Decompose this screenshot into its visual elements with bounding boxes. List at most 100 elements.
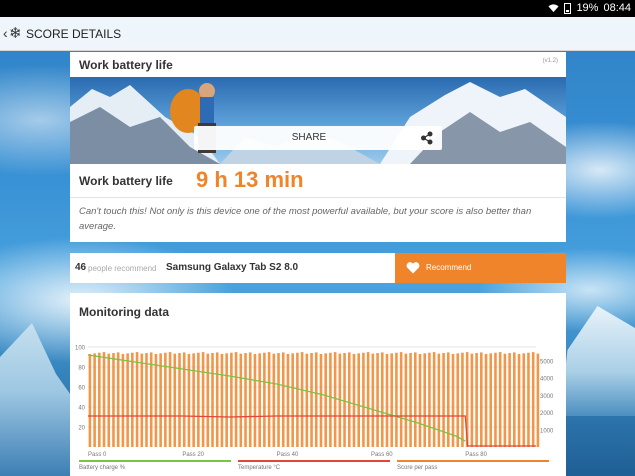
score-bar xyxy=(380,352,384,447)
left-tick-label: 100 xyxy=(75,346,86,352)
score-bar xyxy=(385,353,389,447)
score-bar xyxy=(211,353,214,447)
score-bar xyxy=(149,352,153,447)
score-bar xyxy=(187,353,191,447)
score-bar xyxy=(98,352,101,447)
battery-percent: 19% xyxy=(576,2,599,14)
device-name: Samsung Galaxy Tab S2 8.0 xyxy=(166,262,299,273)
mountain-landscape-image xyxy=(70,82,566,164)
x-tick-label: Pass 20 xyxy=(182,452,204,458)
score-bar xyxy=(314,352,318,447)
score-bar xyxy=(220,353,224,447)
score-bar xyxy=(281,352,285,447)
recommend-card: 46 people recommend Samsung Galaxy Tab S… xyxy=(70,253,566,283)
back-icon[interactable]: ‹ xyxy=(3,25,8,41)
score-bar xyxy=(267,352,271,447)
hero-image: SHARE xyxy=(70,77,566,164)
score-bar xyxy=(239,353,243,447)
right-tick-label: 1000 xyxy=(540,428,554,434)
score-bar xyxy=(395,352,398,447)
score-bar xyxy=(206,353,210,447)
left-tick-label: 20 xyxy=(78,426,85,432)
x-tick-label: Pass 60 xyxy=(371,452,393,458)
left-tick-label: 80 xyxy=(78,366,85,372)
score-bar xyxy=(428,352,431,447)
app-bar: ‹ ❄ SCORE DETAILS xyxy=(0,17,635,51)
score-bar xyxy=(442,353,445,447)
score-bar xyxy=(116,352,120,447)
score-bar xyxy=(182,352,186,447)
score-bar xyxy=(527,352,530,447)
score-bar xyxy=(376,353,379,447)
legend-label: Temperature °C xyxy=(238,465,281,471)
score-row: Work battery life 9 h 13 min xyxy=(70,164,566,198)
score-bar xyxy=(480,352,483,447)
status-bar: 19% 08:44 xyxy=(0,0,635,17)
snowflake-logo-icon: ❄ xyxy=(9,25,22,42)
score-bar xyxy=(310,353,313,447)
score-bar xyxy=(197,352,200,447)
score-bar xyxy=(329,352,332,447)
recommend-button[interactable]: Recommend xyxy=(395,253,566,283)
score-bar xyxy=(522,353,526,447)
score-bar xyxy=(225,353,228,447)
score-bar xyxy=(178,353,181,447)
legend-label: Score per pass xyxy=(397,465,437,471)
score-bar xyxy=(234,352,238,447)
score-bar xyxy=(409,353,412,447)
score-bar xyxy=(93,353,96,447)
score-bar xyxy=(126,353,129,447)
x-tick-label: Pass 80 xyxy=(465,452,487,458)
score-bar xyxy=(319,353,323,447)
score-bar xyxy=(131,352,134,447)
score-bar xyxy=(517,353,521,447)
share-icon xyxy=(421,131,433,145)
score-bar xyxy=(291,353,294,447)
score-bar xyxy=(305,353,309,447)
score-bar xyxy=(371,353,375,447)
score-bar xyxy=(503,353,507,447)
score-bar xyxy=(201,352,205,447)
score-bar xyxy=(324,353,327,447)
score-bar xyxy=(399,352,403,447)
score-bar xyxy=(300,352,304,447)
recommend-button-label: Recommend xyxy=(426,263,472,272)
right-tick-label: 2000 xyxy=(540,411,554,417)
recommend-text: people recommend xyxy=(88,264,157,273)
x-tick-label: Pass 40 xyxy=(277,452,299,458)
score-bar xyxy=(145,353,148,447)
score-bar xyxy=(362,352,365,447)
battery-line xyxy=(87,354,466,442)
score-bar xyxy=(513,352,516,447)
page-title: SCORE DETAILS xyxy=(26,27,122,41)
score-bar xyxy=(154,353,158,447)
test-version: (v1.2) xyxy=(542,58,558,64)
score-bar xyxy=(484,353,488,447)
score-bar xyxy=(159,353,162,447)
score-bar xyxy=(451,353,455,447)
right-tick-label: 5000 xyxy=(540,359,554,365)
score-bar xyxy=(121,353,125,447)
score-bar xyxy=(135,352,139,447)
score-value: 9 h 13 min xyxy=(196,167,304,192)
score-bar xyxy=(343,353,346,447)
score-bar xyxy=(489,353,493,447)
score-bar xyxy=(352,353,356,447)
score-bar xyxy=(230,352,233,447)
wifi-icon xyxy=(548,4,559,13)
score-bar xyxy=(423,353,427,447)
score-bar xyxy=(296,352,299,447)
clock: 08:44 xyxy=(603,2,631,14)
score-bar xyxy=(470,353,474,447)
score-bar xyxy=(88,353,92,447)
score-bar xyxy=(107,353,111,447)
score-label: Work battery life xyxy=(79,174,173,188)
score-bar xyxy=(215,352,219,447)
share-button[interactable]: SHARE xyxy=(194,126,442,150)
score-description: Can't touch this! Not only is this devic… xyxy=(79,206,532,232)
score-bar xyxy=(248,352,252,447)
score-bar xyxy=(475,353,478,447)
score-bar xyxy=(140,353,144,447)
score-bar xyxy=(456,353,460,447)
score-bar xyxy=(168,352,172,447)
